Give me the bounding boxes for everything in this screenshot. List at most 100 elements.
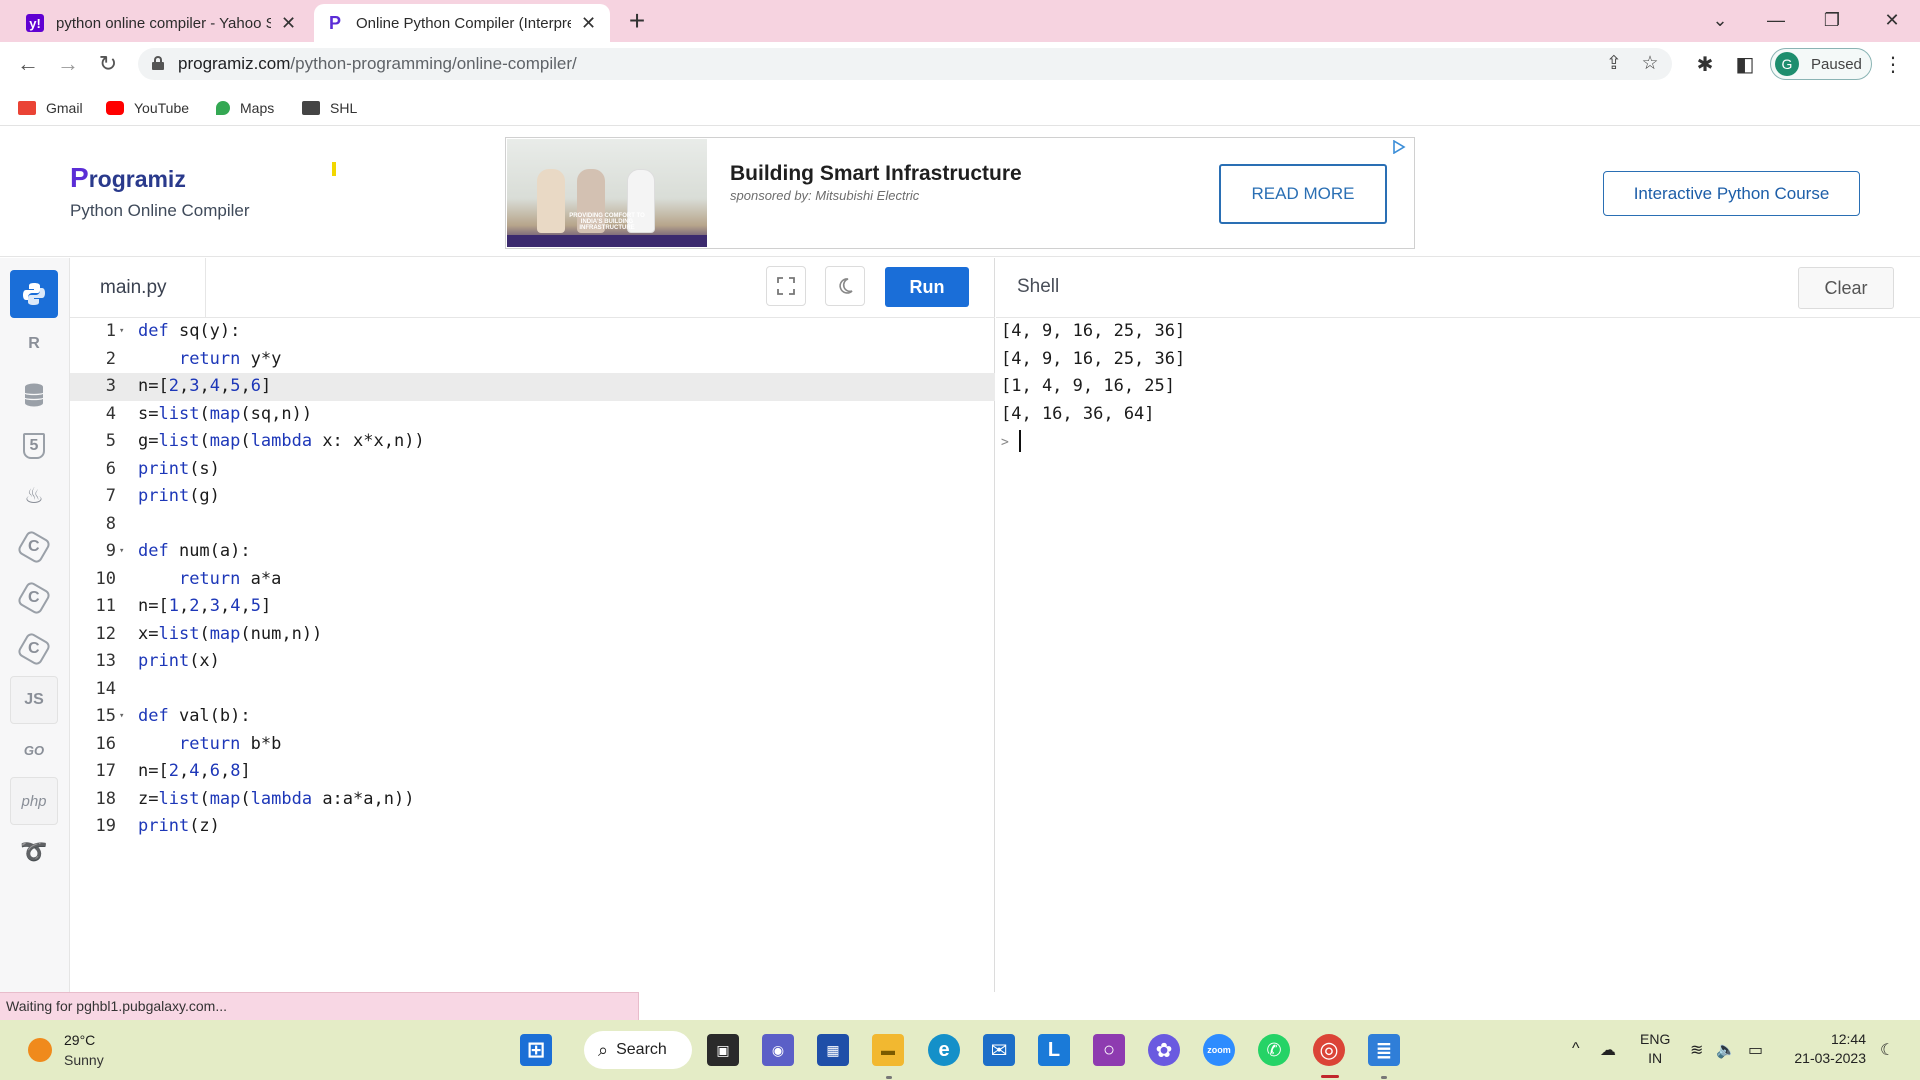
forward-button[interactable]: → bbox=[54, 50, 82, 78]
whatsapp-icon[interactable]: ✆ bbox=[1258, 1034, 1290, 1066]
ad-image[interactable]: PROVIDING COMFORT TO INDIA'S BUILDING IN… bbox=[507, 139, 707, 247]
task-view-icon[interactable]: ▣ bbox=[707, 1034, 739, 1066]
fold-arrow-icon[interactable]: ▾ bbox=[119, 538, 124, 566]
onedrive-icon[interactable]: ☁ bbox=[1600, 1040, 1616, 1060]
minimize-button[interactable]: — bbox=[1756, 4, 1796, 36]
teams-icon[interactable]: ◉ bbox=[762, 1034, 794, 1066]
code-line[interactable]: 2 return y*y bbox=[70, 346, 995, 374]
code-line[interactable]: 17 n=[2,4,6,8] bbox=[70, 758, 995, 786]
edge-icon[interactable]: e bbox=[928, 1034, 960, 1066]
lang-javascript[interactable]: JS bbox=[10, 676, 58, 724]
fullscreen-button[interactable] bbox=[766, 266, 806, 306]
lang-swift[interactable]: ➰ bbox=[10, 828, 58, 876]
ad-title[interactable]: Building Smart Infrastructure bbox=[730, 162, 1022, 186]
tab-close-icon[interactable]: ✕ bbox=[579, 13, 598, 34]
profile-button[interactable]: G Paused bbox=[1770, 48, 1872, 80]
code-line[interactable]: 14 bbox=[70, 676, 995, 704]
code-line[interactable]: 10 return a*a bbox=[70, 566, 995, 594]
tab-yahoo-search[interactable]: y! python online compiler - Yahoo Search… bbox=[14, 4, 310, 42]
code-line[interactable]: 3 n=[2,3,4,5,6] bbox=[70, 373, 995, 401]
tab-programiz-compiler[interactable]: P Online Python Compiler (Interpreter) ✕ bbox=[314, 4, 610, 42]
code-line[interactable]: 4 s=list(map(sq,n)) bbox=[70, 401, 995, 429]
code-line[interactable]: 18 z=list(map(lambda a:a*a,n)) bbox=[70, 786, 995, 814]
zoom-icon[interactable]: zoom bbox=[1203, 1034, 1235, 1066]
chevron-up-icon[interactable]: ^ bbox=[1572, 1040, 1580, 1058]
back-button[interactable]: ← bbox=[14, 50, 42, 78]
code-line[interactable]: 12 x=list(map(num,n)) bbox=[70, 621, 995, 649]
file-tab-main-py[interactable]: main.py bbox=[70, 258, 206, 318]
lang-go[interactable]: GO bbox=[10, 726, 58, 774]
url-text[interactable]: programiz.com/python-programming/online-… bbox=[178, 54, 577, 74]
file-explorer-icon[interactable]: ▬ bbox=[872, 1034, 904, 1066]
restore-button[interactable]: ❐ bbox=[1812, 4, 1852, 36]
programiz-logo[interactable]: Programiz bbox=[70, 162, 186, 194]
start-icon[interactable]: ⊞ bbox=[520, 1034, 552, 1066]
bookmark-youtube[interactable]: YouTube bbox=[106, 96, 189, 120]
reload-button[interactable]: ↻ bbox=[94, 50, 122, 78]
notepad-icon[interactable]: ≣ bbox=[1368, 1034, 1400, 1066]
taskbar-search[interactable]: ⌕ Search bbox=[584, 1031, 692, 1069]
bookmark-star-icon[interactable]: ☆ bbox=[1638, 52, 1662, 75]
dark-mode-button[interactable] bbox=[825, 266, 865, 306]
app-l-icon[interactable]: L bbox=[1038, 1034, 1070, 1066]
language-indicator[interactable]: ENG IN bbox=[1640, 1030, 1670, 1068]
chrome-icon[interactable]: ◎ bbox=[1313, 1034, 1345, 1066]
app-flower-icon[interactable]: ✿ bbox=[1148, 1034, 1180, 1066]
code-line[interactable]: 7 print(g) bbox=[70, 483, 995, 511]
weather-temperature[interactable]: 29°C bbox=[64, 1032, 95, 1048]
ad-read-more-button[interactable]: READ MORE bbox=[1219, 164, 1387, 224]
wifi-icon[interactable]: ≋ bbox=[1690, 1040, 1703, 1060]
menu-icon[interactable]: ⋮ bbox=[1880, 52, 1906, 77]
store-icon[interactable]: ▦ bbox=[817, 1034, 849, 1066]
mail-icon[interactable]: ✉ bbox=[983, 1034, 1015, 1066]
bookmark-shl[interactable]: SHL bbox=[302, 96, 357, 120]
lang-r[interactable]: R bbox=[10, 320, 58, 368]
code-line[interactable]: 9 ▾ def num(a): bbox=[70, 538, 995, 566]
run-button[interactable]: Run bbox=[885, 267, 969, 307]
code-line[interactable]: 16 return b*b bbox=[70, 731, 995, 759]
lang-php[interactable]: php bbox=[10, 777, 58, 825]
interactive-python-course-button[interactable]: Interactive Python Course bbox=[1603, 171, 1860, 216]
lang-python[interactable] bbox=[10, 270, 58, 318]
lang-cpp[interactable]: C bbox=[10, 574, 58, 622]
fold-arrow-icon[interactable]: ▾ bbox=[119, 703, 124, 731]
code-line[interactable]: 6 print(s) bbox=[70, 456, 995, 484]
clock[interactable]: 12:44 21-03-2023 bbox=[1786, 1030, 1866, 1068]
bookmark-maps[interactable]: Maps bbox=[216, 96, 274, 120]
app-circle-icon[interactable]: ○ bbox=[1093, 1034, 1125, 1066]
code-line[interactable]: 13 print(x) bbox=[70, 648, 995, 676]
code-line[interactable]: 5 g=list(map(lambda x: x*x,n)) bbox=[70, 428, 995, 456]
shell-output[interactable]: [4, 9, 16, 25, 36] [4, 9, 16, 25, 36] [1… bbox=[1001, 318, 1185, 456]
side-panel-icon[interactable]: ◧ bbox=[1732, 52, 1758, 77]
lock-icon[interactable] bbox=[152, 56, 164, 70]
bookmark-gmail[interactable]: Gmail bbox=[18, 96, 83, 120]
code-line[interactable]: 11 n=[1,2,3,4,5] bbox=[70, 593, 995, 621]
extensions-icon[interactable]: ✱ bbox=[1692, 52, 1718, 77]
sun-icon[interactable] bbox=[28, 1038, 52, 1062]
weather-condition[interactable]: Sunny bbox=[64, 1052, 104, 1068]
close-window-button[interactable]: ✕ bbox=[1872, 4, 1912, 36]
lang-java[interactable]: ♨ bbox=[10, 472, 58, 520]
share-icon[interactable]: ⇪ bbox=[1602, 52, 1626, 75]
battery-icon[interactable]: ▭ bbox=[1748, 1040, 1763, 1060]
lang-html[interactable]: 5 bbox=[10, 422, 58, 470]
clear-button[interactable]: Clear bbox=[1798, 267, 1894, 309]
volume-icon[interactable]: 🔈 bbox=[1716, 1040, 1736, 1060]
code-line[interactable]: 8 bbox=[70, 511, 995, 539]
lang-c[interactable]: C bbox=[10, 523, 58, 571]
focus-assist-icon[interactable]: ☾ bbox=[1880, 1040, 1894, 1060]
new-tab-button[interactable]: + bbox=[622, 6, 652, 36]
shell-prompt[interactable]: > bbox=[1001, 428, 1185, 456]
fold-arrow-icon[interactable]: ▾ bbox=[119, 318, 124, 346]
tab-close-icon[interactable]: ✕ bbox=[279, 13, 298, 34]
adchoices-icon[interactable] bbox=[1392, 140, 1406, 154]
code-line[interactable]: 15 ▾ def val(b): bbox=[70, 703, 995, 731]
code-line[interactable]: 1 ▾ def sq(y): bbox=[70, 318, 995, 346]
code-line[interactable]: 19 print(z) bbox=[70, 813, 995, 841]
tab-search-icon[interactable]: ⌄ bbox=[1700, 4, 1740, 36]
ad-banner[interactable]: PROVIDING COMFORT TO INDIA'S BUILDING IN… bbox=[505, 137, 1415, 249]
address-bar[interactable]: programiz.com/python-programming/online-… bbox=[138, 48, 1672, 80]
line-number: 1 bbox=[105, 321, 116, 341]
lang-sql[interactable] bbox=[10, 371, 58, 419]
lang-csharp[interactable]: C bbox=[10, 625, 58, 673]
